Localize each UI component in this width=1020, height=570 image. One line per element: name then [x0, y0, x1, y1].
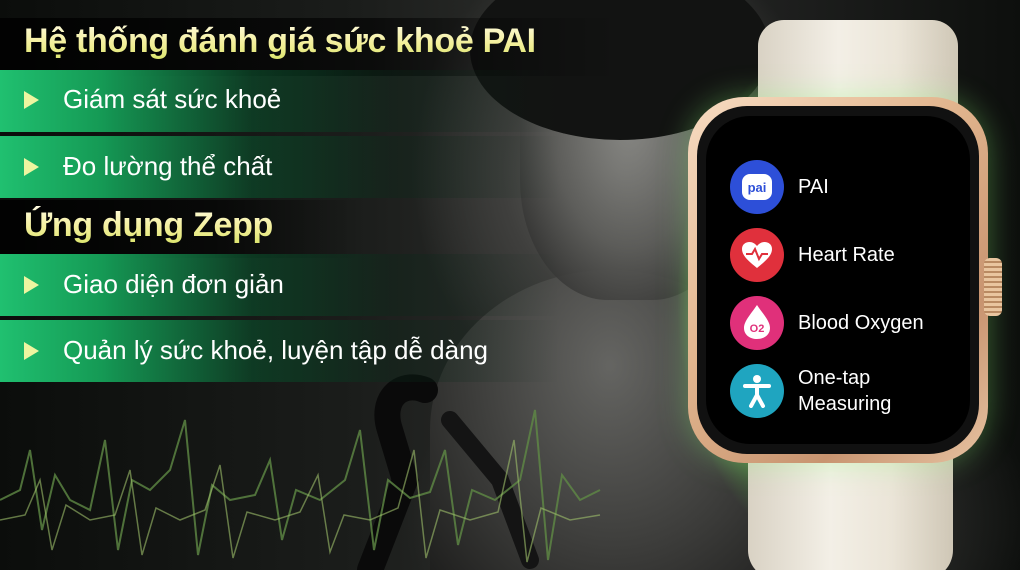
- feature-item-label: Đo lường thể chất: [63, 151, 273, 181]
- feature-item: Giao diện đơn giản: [24, 269, 284, 300]
- watch-crown: [984, 258, 1002, 316]
- watch-app-label: PAI: [798, 176, 829, 198]
- watch-app-pai[interactable]: pai PAI: [730, 160, 829, 214]
- person-icon: [730, 364, 784, 418]
- feature-item-label: Giao diện đơn giản: [63, 269, 284, 299]
- section-title-pai: Hệ thống đánh giá sức khoẻ PAI: [24, 22, 536, 60]
- blood-oxygen-icon: O2: [730, 296, 784, 350]
- promo-banner: Hệ thống đánh giá sức khoẻ PAI Giám sát …: [0, 0, 1020, 570]
- watch-app-heart-rate[interactable]: Heart Rate: [730, 228, 895, 282]
- pai-icon-text: pai: [747, 179, 767, 195]
- watch-app-label: One-tap Measuring: [798, 367, 892, 415]
- pai-icon: pai: [730, 160, 784, 214]
- watch-app-label: Heart Rate: [798, 244, 895, 266]
- bullet-arrow-icon: [24, 275, 39, 294]
- feature-item-label: Quản lý sức khoẻ, luyện tập dễ dàng: [63, 335, 489, 365]
- watch-app-one-tap-measuring[interactable]: One-tap Measuring: [730, 364, 891, 418]
- watch-app-label: Blood Oxygen: [798, 312, 924, 334]
- feature-item: Giám sát sức khoẻ: [24, 84, 281, 115]
- bullet-arrow-icon: [24, 90, 39, 109]
- watch-app-blood-oxygen[interactable]: O2 Blood Oxygen: [730, 296, 924, 350]
- feature-item: Đo lường thể chất: [24, 151, 272, 182]
- watch-screen: pai PAI Heart Rate O2 Blood Oxygen One-t…: [706, 116, 970, 444]
- section-title-zepp: Ứng dụng Zepp: [24, 206, 274, 244]
- bullet-arrow-icon: [24, 341, 39, 360]
- bullet-arrow-icon: [24, 157, 39, 176]
- feature-item: Quản lý sức khoẻ, luyện tập dễ dàng: [24, 335, 488, 366]
- blood-oxygen-icon-text: O2: [749, 323, 765, 335]
- heart-icon: [730, 228, 784, 282]
- feature-item-label: Giám sát sức khoẻ: [63, 84, 282, 114]
